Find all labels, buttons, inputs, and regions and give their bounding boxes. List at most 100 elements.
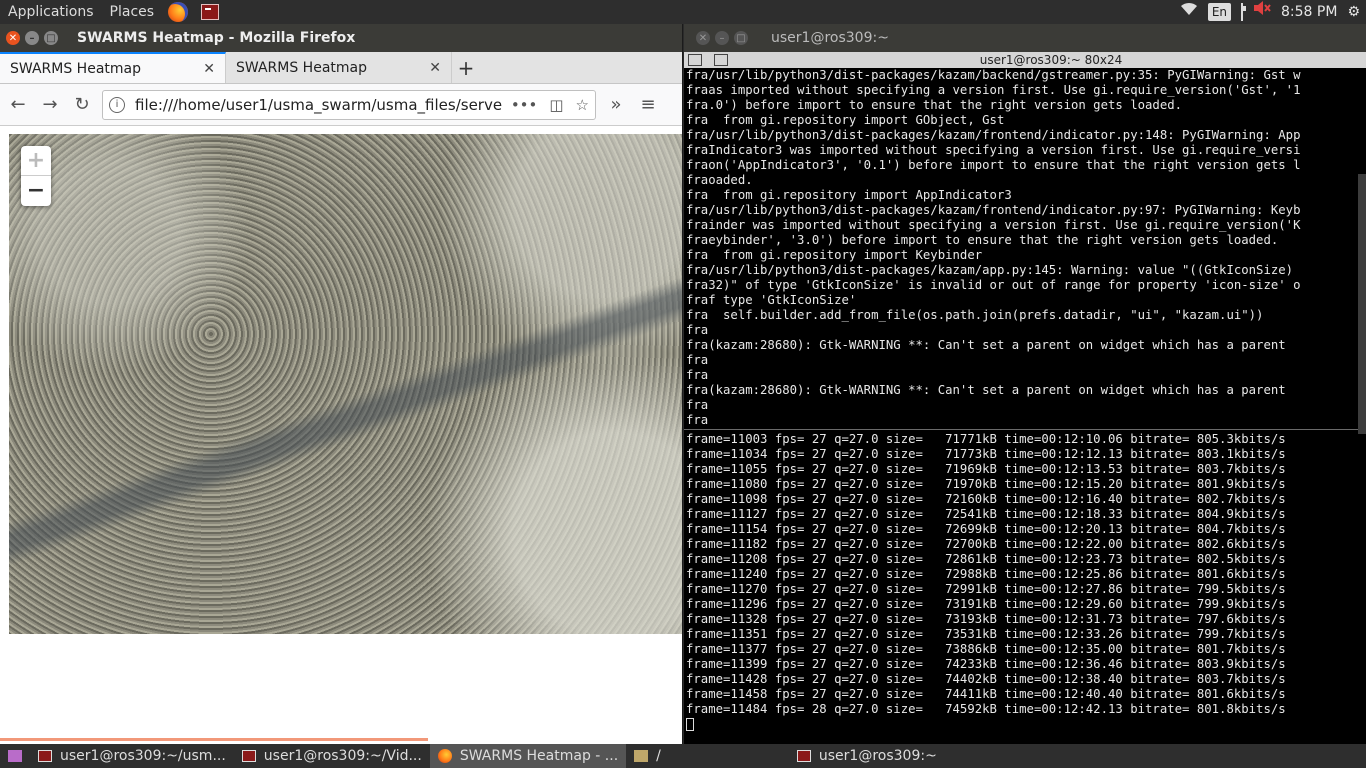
split-grid-icon-2[interactable] — [714, 54, 728, 66]
satellite-map[interactable]: + − — [9, 134, 682, 634]
hamburger-menu-icon[interactable]: ≡ — [636, 93, 660, 117]
terminal-line: fra — [686, 413, 709, 427]
zoom-in-button[interactable]: + — [21, 146, 51, 176]
volume-muted-icon[interactable] — [1253, 0, 1271, 24]
terminal-titlebar[interactable]: ✕ – □ user1@ros309:~ — [684, 24, 1366, 52]
terminal-line: frame=11003 fps= 27 q=27.0 size= 71771kB… — [686, 432, 1286, 446]
terminal-line: fraeybinder', '3.0') before import to en… — [686, 233, 1279, 247]
page-actions-icon[interactable]: ••• — [511, 96, 538, 114]
scrollbar[interactable] — [1358, 174, 1366, 434]
terminal-line: fra32)" of type 'GtkIconSize' is invalid… — [686, 278, 1301, 292]
terminal-line: fra — [686, 398, 709, 412]
zoom-out-button[interactable]: − — [21, 176, 51, 206]
terminator-bar: user1@ros309:~ 80x24 — [684, 52, 1366, 68]
terminal-line: frame=11154 fps= 27 q=27.0 size= 72699kB… — [686, 522, 1286, 536]
terminal-line: fra — [686, 353, 709, 367]
taskbar-item-terminal-videos[interactable]: user1@ros309:~/Vid... — [234, 744, 430, 768]
terminal-pane-top[interactable]: fra/usr/lib/python3/dist-packages/kazam/… — [684, 68, 1366, 430]
terminal-line: fraoaded. — [686, 173, 753, 187]
terminal-line: frame=11270 fps= 27 q=27.0 size= 72991kB… — [686, 582, 1286, 596]
terminal-line: fra/usr/lib/python3/dist-packages/kazam/… — [686, 263, 1294, 277]
bookmark-star-icon[interactable]: ☆ — [576, 96, 589, 114]
terminal-line: frame=11240 fps= 27 q=27.0 size= 72988kB… — [686, 567, 1286, 581]
terminal-line: frame=11034 fps= 27 q=27.0 size= 71773kB… — [686, 447, 1286, 461]
terminal-line: fra self.builder.add_from_file(os.path.j… — [686, 308, 1264, 322]
terminal-cursor — [686, 718, 694, 731]
terminal-line: fra from gi.repository import Keybinder — [686, 248, 983, 262]
terminal-line: frame=11182 fps= 27 q=27.0 size= 72700kB… — [686, 537, 1286, 551]
maximize-icon[interactable]: □ — [44, 31, 58, 45]
split-grid-icon[interactable] — [688, 54, 702, 66]
keyboard-layout-indicator[interactable]: En — [1207, 3, 1232, 21]
terminal-line: frame=11399 fps= 27 q=27.0 size= 74233kB… — [686, 657, 1286, 671]
task-label: user1@ros309:~ — [818, 748, 937, 764]
terminal-line: frame=11458 fps= 27 q=27.0 size= 74411kB… — [686, 687, 1286, 701]
terminal-line: fra(kazam:28680): Gtk-WARNING **: Can't … — [686, 383, 1286, 397]
taskbar-item-files[interactable]: / — [626, 744, 669, 768]
firefox-launcher-icon[interactable] — [166, 0, 190, 24]
info-icon[interactable]: i — [109, 96, 125, 113]
terminal-line: frame=11377 fps= 27 q=27.0 size= 73886kB… — [686, 642, 1286, 656]
applications-menu[interactable]: Applications — [0, 0, 102, 24]
terminal-line: frame=11098 fps= 27 q=27.0 size= 72160kB… — [686, 492, 1286, 506]
places-menu[interactable]: Places — [102, 0, 163, 24]
battery-icon[interactable] — [1241, 0, 1244, 24]
navigation-toolbar: ← → ↻ i file:///home/user1/usma_swarm/us… — [0, 84, 682, 126]
page-load-progress — [0, 738, 428, 741]
terminal-line: fra(kazam:28680): Gtk-WARNING **: Can't … — [686, 338, 1286, 352]
close-icon[interactable]: ✕ — [6, 31, 20, 45]
taskbar-item-firefox[interactable]: SWARMS Heatmap - ... — [429, 744, 627, 768]
terminal-line: fra/usr/lib/python3/dist-packages/kazam/… — [686, 128, 1301, 142]
wifi-icon[interactable] — [1180, 0, 1198, 24]
terminal-line: frame=11484 fps= 28 q=27.0 size= 74592kB… — [686, 702, 1286, 716]
window-title: SWARMS Heatmap - Mozilla Firefox — [77, 30, 356, 46]
new-tab-button[interactable]: + — [452, 52, 480, 83]
page-content: + − — [0, 126, 682, 738]
taskbar-item-terminal-home[interactable]: user1@ros309:~ — [789, 744, 945, 768]
terminal-launcher-icon[interactable] — [198, 0, 222, 24]
tab-swarms-heatmap-2[interactable]: SWARMS Heatmap ✕ — [226, 52, 452, 83]
url-bar[interactable]: i file:///home/user1/usma_swarm/usma_fil… — [102, 89, 596, 120]
terminal-line: fra — [686, 368, 709, 382]
minimize-icon[interactable]: – — [25, 31, 39, 45]
terminal-line: frame=11080 fps= 27 q=27.0 size= 71970kB… — [686, 477, 1286, 491]
reload-icon[interactable]: ↻ — [70, 93, 94, 117]
bottom-taskbar: user1@ros309:~/usm... user1@ros309:~/Vid… — [0, 744, 1366, 768]
pocket-icon[interactable]: ◫ — [549, 96, 563, 114]
close-tab-icon[interactable]: ✕ — [429, 60, 441, 76]
terminal-line: frame=11328 fps= 27 q=27.0 size= 73193kB… — [686, 612, 1286, 626]
system-tray: En 8:58 PM ⚙ — [1180, 0, 1366, 24]
terminal-line: fra from gi.repository import AppIndicat… — [686, 188, 1012, 202]
close-tab-icon[interactable]: ✕ — [203, 61, 215, 77]
task-label: SWARMS Heatmap - ... — [459, 748, 619, 764]
tab-swarms-heatmap-1[interactable]: SWARMS Heatmap ✕ — [0, 52, 226, 83]
back-icon[interactable]: ← — [6, 93, 30, 117]
task-label: user1@ros309:~/usm... — [60, 748, 226, 764]
gear-icon[interactable]: ⚙ — [1347, 0, 1360, 24]
terminal-line: frame=11127 fps= 27 q=27.0 size= 72541kB… — [686, 507, 1286, 521]
taskbar-item-terminal-usma[interactable]: user1@ros309:~/usm... — [30, 744, 234, 768]
clock[interactable]: 8:58 PM — [1281, 0, 1337, 24]
terminal-line: frame=11208 fps= 27 q=27.0 size= 72861kB… — [686, 552, 1286, 566]
firefox-window: ✕ – □ SWARMS Heatmap - Mozilla Firefox S… — [0, 24, 683, 744]
terminal-line: fra — [686, 323, 709, 337]
tab-label: SWARMS Heatmap — [10, 60, 141, 77]
zoom-control: + − — [21, 146, 51, 206]
overflow-chevron-icon[interactable]: » — [604, 93, 628, 117]
terminal-line: fraas imported without specifying a vers… — [686, 83, 1301, 97]
terminal-line: fra/usr/lib/python3/dist-packages/kazam/… — [686, 68, 1301, 82]
terminal-pane-bottom[interactable]: frame=11003 fps= 27 q=27.0 size= 71771kB… — [684, 430, 1366, 742]
tab-bar: SWARMS Heatmap ✕ SWARMS Heatmap ✕ + — [0, 52, 682, 84]
terminal-line: fraIndicator3 was imported without speci… — [686, 143, 1301, 157]
close-icon[interactable]: ✕ — [696, 31, 710, 45]
terminal-size-title: user1@ros309:~ 80x24 — [979, 53, 1123, 67]
terminal-line: frame=11296 fps= 27 q=27.0 size= 73191kB… — [686, 597, 1286, 611]
minimize-icon[interactable]: – — [715, 31, 729, 45]
terminal-line: frainder was imported without specifying… — [686, 218, 1301, 232]
show-desktop-icon[interactable] — [0, 744, 30, 768]
url-text[interactable]: file:///home/user1/usma_swarm/usma_files… — [135, 96, 511, 114]
firefox-titlebar[interactable]: ✕ – □ SWARMS Heatmap - Mozilla Firefox — [0, 24, 682, 52]
maximize-icon[interactable]: □ — [734, 31, 748, 45]
task-label: user1@ros309:~/Vid... — [263, 748, 422, 764]
forward-icon[interactable]: → — [38, 93, 62, 117]
